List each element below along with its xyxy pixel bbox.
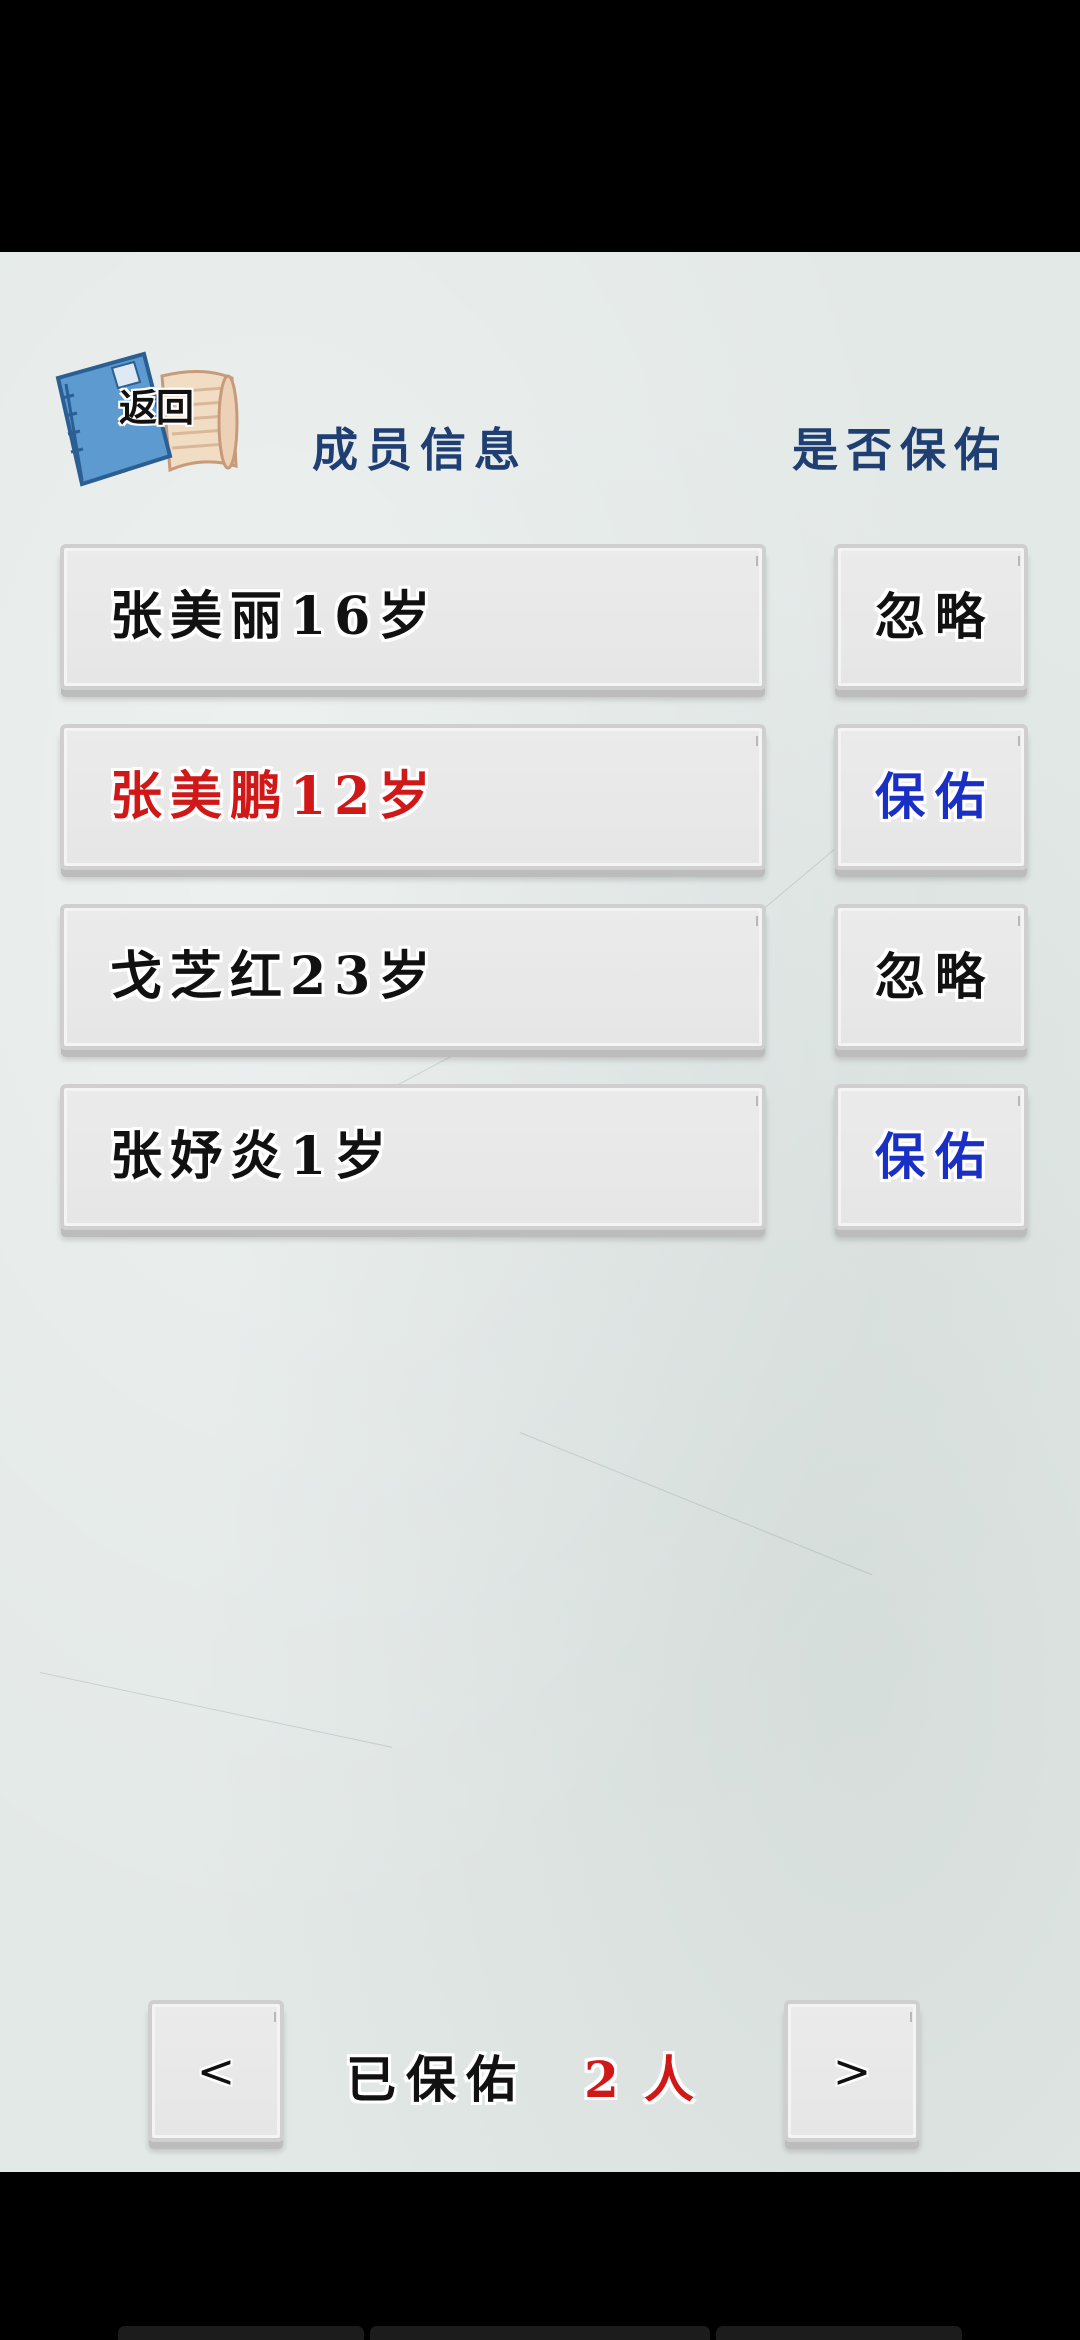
protect-toggle-button[interactable]: 忽略 bbox=[834, 544, 1028, 690]
prev-page-button[interactable]: < bbox=[148, 2000, 284, 2142]
member-row[interactable]: 张美鹏12岁 bbox=[60, 724, 766, 870]
protect-status-label: 忽略 bbox=[875, 947, 995, 1006]
protected-count-value: 2 bbox=[584, 2050, 629, 2109]
protect-toggle-button[interactable]: 保佑 bbox=[834, 1084, 1028, 1230]
member-label: 张美鹏12岁 bbox=[110, 766, 439, 827]
member-label: 张妤炎1岁 bbox=[110, 1126, 395, 1187]
protect-status-label: 忽略 bbox=[875, 587, 995, 646]
nav-indicator bbox=[716, 2326, 962, 2340]
navigation-bar-area bbox=[0, 2172, 1080, 2340]
game-screen: 返回 成员信息 是否保佑 张美丽16岁 忽略 张美鹏12岁 保佑 戈芝红23岁 … bbox=[0, 252, 1080, 2172]
protected-count-unit: 人 bbox=[644, 2050, 704, 2109]
protect-toggle-button[interactable]: 忽略 bbox=[834, 904, 1028, 1050]
member-row[interactable]: 戈芝红23岁 bbox=[60, 904, 766, 1050]
next-page-button[interactable]: > bbox=[784, 2000, 920, 2142]
nav-indicator bbox=[118, 2326, 364, 2340]
nav-indicator bbox=[370, 2326, 710, 2340]
protect-status-header: 是否保佑 bbox=[792, 423, 1008, 477]
protected-count-label: 已保佑 bbox=[346, 2050, 526, 2109]
back-button[interactable]: 返回 bbox=[52, 348, 242, 488]
prev-page-label: < bbox=[196, 2044, 236, 2098]
paper-texture bbox=[519, 1432, 873, 1576]
next-page-label: > bbox=[832, 2044, 872, 2098]
paper-texture bbox=[39, 1672, 393, 1748]
member-label: 张美丽16岁 bbox=[110, 586, 439, 647]
back-label: 返回 bbox=[118, 386, 194, 430]
member-label: 戈芝红23岁 bbox=[110, 946, 439, 1007]
protect-status-label: 保佑 bbox=[875, 767, 995, 826]
member-row[interactable]: 张妤炎1岁 bbox=[60, 1084, 766, 1230]
protect-toggle-button[interactable]: 保佑 bbox=[834, 724, 1028, 870]
member-row[interactable]: 张美丽16岁 bbox=[60, 544, 766, 690]
member-info-header: 成员信息 bbox=[312, 423, 528, 477]
status-bar-area bbox=[0, 0, 1080, 252]
protect-status-label: 保佑 bbox=[875, 1127, 995, 1186]
